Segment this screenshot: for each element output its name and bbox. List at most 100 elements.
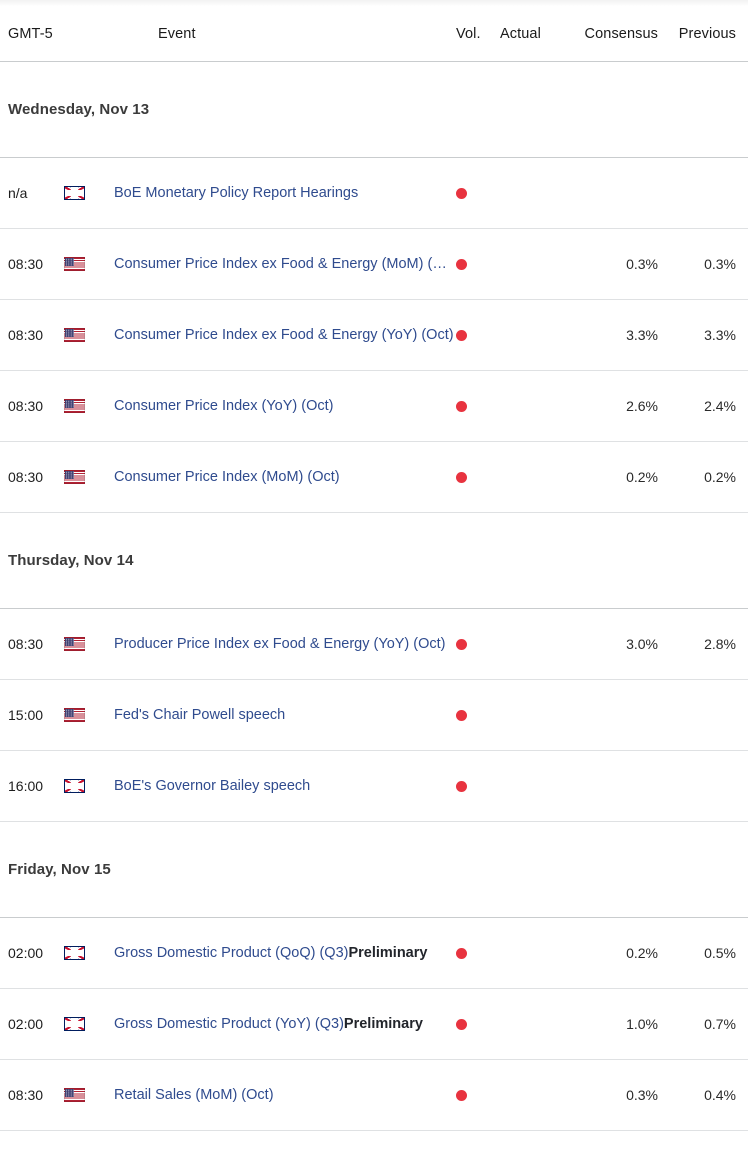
table-row[interactable]: 08:30 Consumer Price Index ex Food & Ener… (0, 229, 748, 300)
country-flag-cell (64, 257, 114, 271)
event-name-text: BoE's Governor Bailey speech (114, 778, 311, 794)
consensus-value: 0.3% (626, 256, 658, 272)
country-flag-cell (64, 1017, 114, 1031)
flag-icon-us (64, 1088, 85, 1102)
previous-value: 2.4% (704, 398, 736, 414)
volatility-indicator[interactable] (456, 709, 500, 721)
event-time: 08:30 (8, 469, 44, 485)
country-flag-cell (64, 399, 114, 413)
column-header-actual: Actual (500, 25, 541, 42)
uk-flag-cross (65, 947, 84, 959)
event-name-text: BoE Monetary Policy Report Hearings (114, 185, 359, 201)
volatility-dot-icon (456, 947, 467, 959)
event-time: 15:00 (8, 707, 44, 723)
table-row[interactable]: 08:30 Consumer Price Index (YoY) (Oct) 2.6… (0, 371, 748, 442)
table-row[interactable]: 08:30 Consumer Price Index ex Food & Ener… (0, 300, 748, 371)
event-name-link[interactable]: Fed's Chair Powell speech (114, 707, 456, 723)
event-time: 02:00 (8, 1016, 44, 1032)
consensus-value: 0.2% (626, 945, 658, 961)
volatility-indicator[interactable] (456, 1089, 500, 1101)
flag-icon-uk (64, 186, 85, 200)
uk-flag-cross (65, 187, 84, 199)
event-name-link[interactable]: Gross Domestic Product (YoY) (Q3)Prelimi… (114, 1016, 456, 1032)
day-section-heading: Thursday, Nov 14 (0, 513, 748, 609)
event-time: 08:30 (8, 398, 44, 414)
volatility-indicator[interactable] (456, 329, 500, 341)
flag-icon-us (64, 470, 85, 484)
day-date-label: Friday, Nov 15 (8, 861, 111, 878)
event-name-text: Retail Sales (MoM) (Oct) (114, 1087, 274, 1103)
event-name-text: Consumer Price Index (MoM) (Oct) (114, 469, 340, 485)
previous-value: 0.2% (704, 469, 736, 485)
volatility-dot-icon (456, 1089, 467, 1101)
consensus-value: 0.2% (626, 469, 658, 485)
consensus-value: 1.0% (626, 1016, 658, 1032)
event-name-text: Fed's Chair Powell speech (114, 707, 286, 723)
volatility-dot-icon (456, 471, 467, 483)
table-row[interactable]: n/a BoE Monetary Policy Report Hearings (0, 158, 748, 229)
flag-icon-us (64, 637, 85, 651)
volatility-indicator[interactable] (456, 1018, 500, 1030)
volatility-indicator[interactable] (456, 258, 500, 270)
economic-calendar: GMT-5 Event Vol. Actual Consensus Previo… (0, 0, 748, 1152)
event-time: 08:30 (8, 636, 44, 652)
event-name-link[interactable]: Consumer Price Index (MoM) (Oct) (114, 469, 456, 485)
volatility-dot-icon (456, 258, 467, 270)
country-flag-cell (64, 186, 114, 200)
event-name-text: Gross Domestic Product (YoY) (Q3) (114, 1016, 344, 1032)
country-flag-cell (64, 708, 114, 722)
event-time: n/a (8, 185, 28, 201)
event-name-link[interactable]: Producer Price Index ex Food & Energy (Y… (114, 636, 456, 652)
previous-value: 0.5% (704, 945, 736, 961)
consensus-value: 0.3% (626, 1087, 658, 1103)
table-row[interactable]: 08:30 Retail Sales (MoM) (Oct) 0.3% 0.4% (0, 1060, 748, 1131)
day-date-label: Thursday, Nov 14 (8, 552, 134, 569)
table-row[interactable]: 16:00 BoE's Governor Bailey speech (0, 751, 748, 822)
volatility-indicator[interactable] (456, 471, 500, 483)
volatility-indicator[interactable] (456, 638, 500, 650)
table-row[interactable]: 08:30 Consumer Price Index (MoM) (Oct) 0.2… (0, 442, 748, 513)
table-row[interactable]: 02:00 Gross Domestic Product (QoQ) (Q3)Pr… (0, 918, 748, 989)
consensus-value: 3.0% (626, 636, 658, 652)
volatility-indicator[interactable] (456, 947, 500, 959)
event-name-link[interactable]: BoE Monetary Policy Report Hearings (114, 185, 456, 201)
event-name-link[interactable]: Consumer Price Index ex Food & Energy (M… (114, 256, 456, 272)
table-row[interactable]: 15:00 Fed's Chair Powell speech (0, 680, 748, 751)
calendar-body: Wednesday, Nov 13 n/a BoE Monetary Policy … (0, 62, 748, 1152)
previous-value: 0.7% (704, 1016, 736, 1032)
us-flag-canton (65, 400, 75, 408)
event-name-text: Consumer Price Index (YoY) (Oct) (114, 398, 334, 414)
volatility-dot-icon (456, 780, 467, 792)
volatility-dot-icon (456, 1018, 467, 1030)
day-section-heading: Wednesday, Nov 13 (0, 62, 748, 158)
volatility-indicator[interactable] (456, 187, 500, 199)
table-row[interactable]: 08:30 Producer Price Index ex Food & Ener… (0, 609, 748, 680)
previous-value: 0.4% (704, 1087, 736, 1103)
event-name-link[interactable]: BoE's Governor Bailey speech (114, 778, 456, 794)
country-flag-cell (64, 779, 114, 793)
table-row[interactable]: 02:00 Gross Domestic Product (YoY) (Q3)Pr… (0, 989, 748, 1060)
volatility-dot-icon (456, 638, 467, 650)
event-name-link[interactable]: Retail Sales (MoM) (Oct) (114, 1087, 456, 1103)
flag-icon-uk (64, 946, 85, 960)
us-flag-canton (65, 709, 75, 717)
event-name-link[interactable]: Gross Domestic Product (QoQ) (Q3)Prelimi… (114, 945, 456, 961)
country-flag-cell (64, 470, 114, 484)
event-name-link[interactable]: Consumer Price Index (YoY) (Oct) (114, 398, 456, 414)
event-name-link[interactable]: Consumer Price Index ex Food & Energy (Y… (114, 327, 456, 343)
volatility-indicator[interactable] (456, 780, 500, 792)
event-name-text: Consumer Price Index ex Food & Energy (Y… (114, 327, 454, 343)
previous-value: 2.8% (704, 636, 736, 652)
flag-icon-us (64, 257, 85, 271)
event-name-text: Consumer Price Index ex Food & Energy (M… (114, 256, 456, 272)
uk-flag-cross (65, 1018, 84, 1030)
us-flag-canton (65, 1089, 75, 1097)
event-time: 08:30 (8, 256, 44, 272)
volatility-indicator[interactable] (456, 400, 500, 412)
event-name-qualifier: Preliminary (343, 1016, 423, 1032)
country-flag-cell (64, 328, 114, 342)
column-header-event: Event (158, 25, 196, 42)
table-row[interactable]: 08:30Retail Sales Control Group (Oct)0.7… (0, 1131, 748, 1152)
volatility-dot-icon (456, 187, 467, 199)
consensus-value: 2.6% (626, 398, 658, 414)
